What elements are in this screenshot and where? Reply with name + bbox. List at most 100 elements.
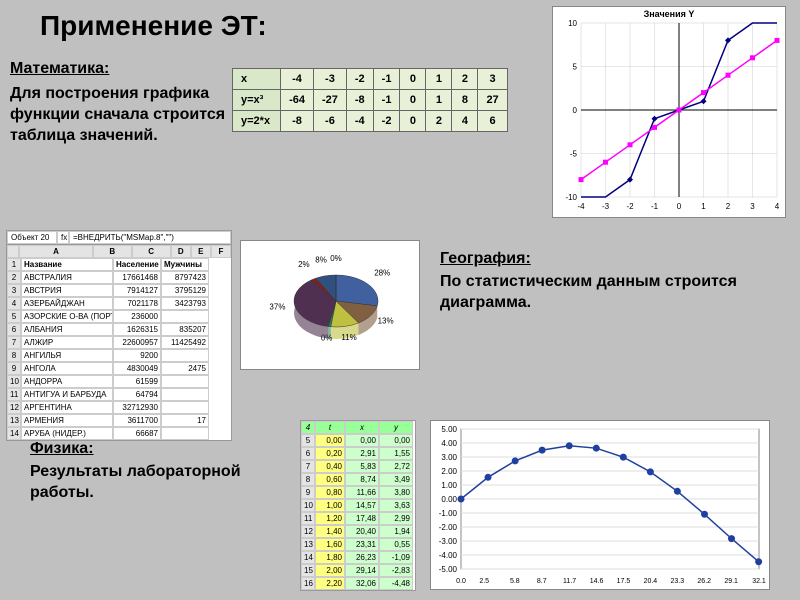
table-row: 101,0014,573,63 — [301, 499, 415, 512]
svg-text:29.1: 29.1 — [724, 578, 738, 585]
table-row: 2АВСТРАЛИЯ176614688797423 — [7, 271, 231, 284]
svg-text:-5: -5 — [570, 150, 578, 159]
col-header: F — [211, 245, 231, 258]
table-row: 10АНДОРРА61599 — [7, 375, 231, 388]
line-chart-cubic: Значения Y -4-3-2-101234-10-50510 — [552, 6, 786, 218]
col-header: D — [171, 245, 191, 258]
math-header: Математика: — [10, 60, 230, 78]
table-row: 6АЛБАНИЯ1626315835207 — [7, 323, 231, 336]
table-cell: 1 — [426, 90, 452, 111]
svg-text:-3: -3 — [602, 202, 610, 211]
table-row: 60,202,911,55 — [301, 447, 415, 460]
svg-text:-1.00: -1.00 — [439, 509, 458, 518]
table-cell: -1 — [373, 69, 400, 90]
svg-text:-5.00: -5.00 — [439, 565, 458, 574]
table-cell: -2 — [373, 111, 400, 132]
table-cell: -8 — [281, 111, 314, 132]
svg-text:8%: 8% — [315, 255, 327, 264]
svg-text:-4: -4 — [577, 202, 585, 211]
table-cell: 3 — [478, 69, 507, 90]
table-cell: 2 — [426, 111, 452, 132]
table-row: 50,000,000,00 — [301, 434, 415, 447]
table-cell: x — [233, 69, 281, 90]
table-row: 141,8026,23-1,09 — [301, 551, 415, 564]
table-cell: 2 — [452, 69, 478, 90]
svg-text:37%: 37% — [269, 303, 285, 312]
table-cell: -8 — [346, 90, 373, 111]
svg-text:10: 10 — [568, 19, 577, 28]
physics-spreadsheet: 4txy50,000,000,0060,202,911,5570,405,832… — [300, 420, 416, 591]
fx-label: fx — [57, 231, 69, 244]
table-row: 14АРУБА (НИДЕР.)66687 — [7, 427, 231, 440]
svg-text:5.00: 5.00 — [441, 425, 457, 434]
table-row: 90,8011,663,80 — [301, 486, 415, 499]
table-row: 131,6023,310,55 — [301, 538, 415, 551]
table-cell: 4 — [452, 111, 478, 132]
table-row: 70,405,832,72 — [301, 460, 415, 473]
table-row: 7АЛЖИР2260095711425492 — [7, 336, 231, 349]
col-header: E — [191, 245, 211, 258]
svg-text:32.1: 32.1 — [752, 578, 766, 585]
svg-text:11.7: 11.7 — [563, 578, 576, 585]
name-box: Объект 20 — [7, 231, 57, 244]
table-cell: -64 — [281, 90, 314, 111]
col-header: B — [93, 245, 132, 258]
svg-text:0: 0 — [573, 106, 578, 115]
svg-text:17.5: 17.5 — [617, 578, 631, 585]
table-cell: 8 — [452, 90, 478, 111]
geography-section: География: По статистическим данным стро… — [440, 250, 770, 314]
svg-text:0: 0 — [677, 202, 682, 211]
col-header — [7, 245, 19, 258]
svg-text:4: 4 — [775, 202, 780, 211]
svg-text:2.00: 2.00 — [441, 467, 457, 476]
svg-text:20.4: 20.4 — [644, 578, 658, 585]
svg-text:2: 2 — [726, 202, 731, 211]
table-row: 12АРГЕНТИНА32712930 — [7, 401, 231, 414]
svg-text:-3.00: -3.00 — [439, 537, 458, 546]
table-cell: 0 — [400, 69, 426, 90]
svg-text:3.00: 3.00 — [441, 453, 457, 462]
svg-text:0.0: 0.0 — [456, 578, 466, 585]
formula-field: =ВНЕДРИТЬ("MSMap.8","") — [69, 231, 231, 244]
table-cell: 27 — [478, 90, 507, 111]
table-row: 121,4020,401,94 — [301, 525, 415, 538]
table-row: 13АРМЕНИЯ361170017 — [7, 414, 231, 427]
table-cell: -3 — [313, 69, 346, 90]
svg-text:14.6: 14.6 — [590, 578, 604, 585]
svg-text:1: 1 — [701, 202, 706, 211]
table-cell: y=x³ — [233, 90, 281, 111]
function-table: x-4-3-2-10123y=x³-64-27-8-101827y=2*x-8-… — [232, 68, 508, 132]
svg-text:1.00: 1.00 — [441, 481, 457, 490]
svg-text:-10: -10 — [565, 193, 577, 202]
physics-chart: -5.00-4.00-3.00-2.00-1.000.001.002.003.0… — [430, 420, 770, 590]
table-cell: 1 — [426, 69, 452, 90]
svg-text:5.8: 5.8 — [510, 578, 520, 585]
svg-text:4.00: 4.00 — [441, 439, 457, 448]
table-cell: 0 — [400, 90, 426, 111]
svg-text:8.7: 8.7 — [537, 578, 547, 585]
geography-body: По статистическим данным строится диагра… — [440, 272, 770, 314]
svg-text:-4.00: -4.00 — [439, 551, 458, 560]
page-title: Применение ЭТ: — [40, 10, 267, 42]
math-section: Математика: Для построения графика функц… — [10, 60, 230, 146]
chart-title: Значения Y — [553, 7, 785, 19]
svg-text:23.3: 23.3 — [670, 578, 684, 585]
table-row: 11АНТИГУА И БАРБУДА64794 — [7, 388, 231, 401]
table-cell: 6 — [478, 111, 507, 132]
svg-text:2.5: 2.5 — [479, 578, 489, 585]
table-cell: -6 — [313, 111, 346, 132]
svg-text:5: 5 — [573, 63, 578, 72]
svg-text:26.2: 26.2 — [697, 578, 711, 585]
svg-text:28%: 28% — [374, 269, 390, 278]
svg-text:-1: -1 — [651, 202, 659, 211]
col-header: C — [132, 245, 171, 258]
table-row: 80,608,743,49 — [301, 473, 415, 486]
svg-text:2%: 2% — [298, 260, 310, 269]
table-cell: -27 — [313, 90, 346, 111]
svg-text:3: 3 — [750, 202, 755, 211]
svg-text:13%: 13% — [378, 316, 394, 325]
table-row: 111,2017,482,99 — [301, 512, 415, 525]
formula-bar: Объект 20 fx =ВНЕДРИТЬ("MSMap.8","") — [7, 231, 231, 245]
table-cell: -4 — [281, 69, 314, 90]
physics-header: Физика: — [30, 440, 290, 458]
